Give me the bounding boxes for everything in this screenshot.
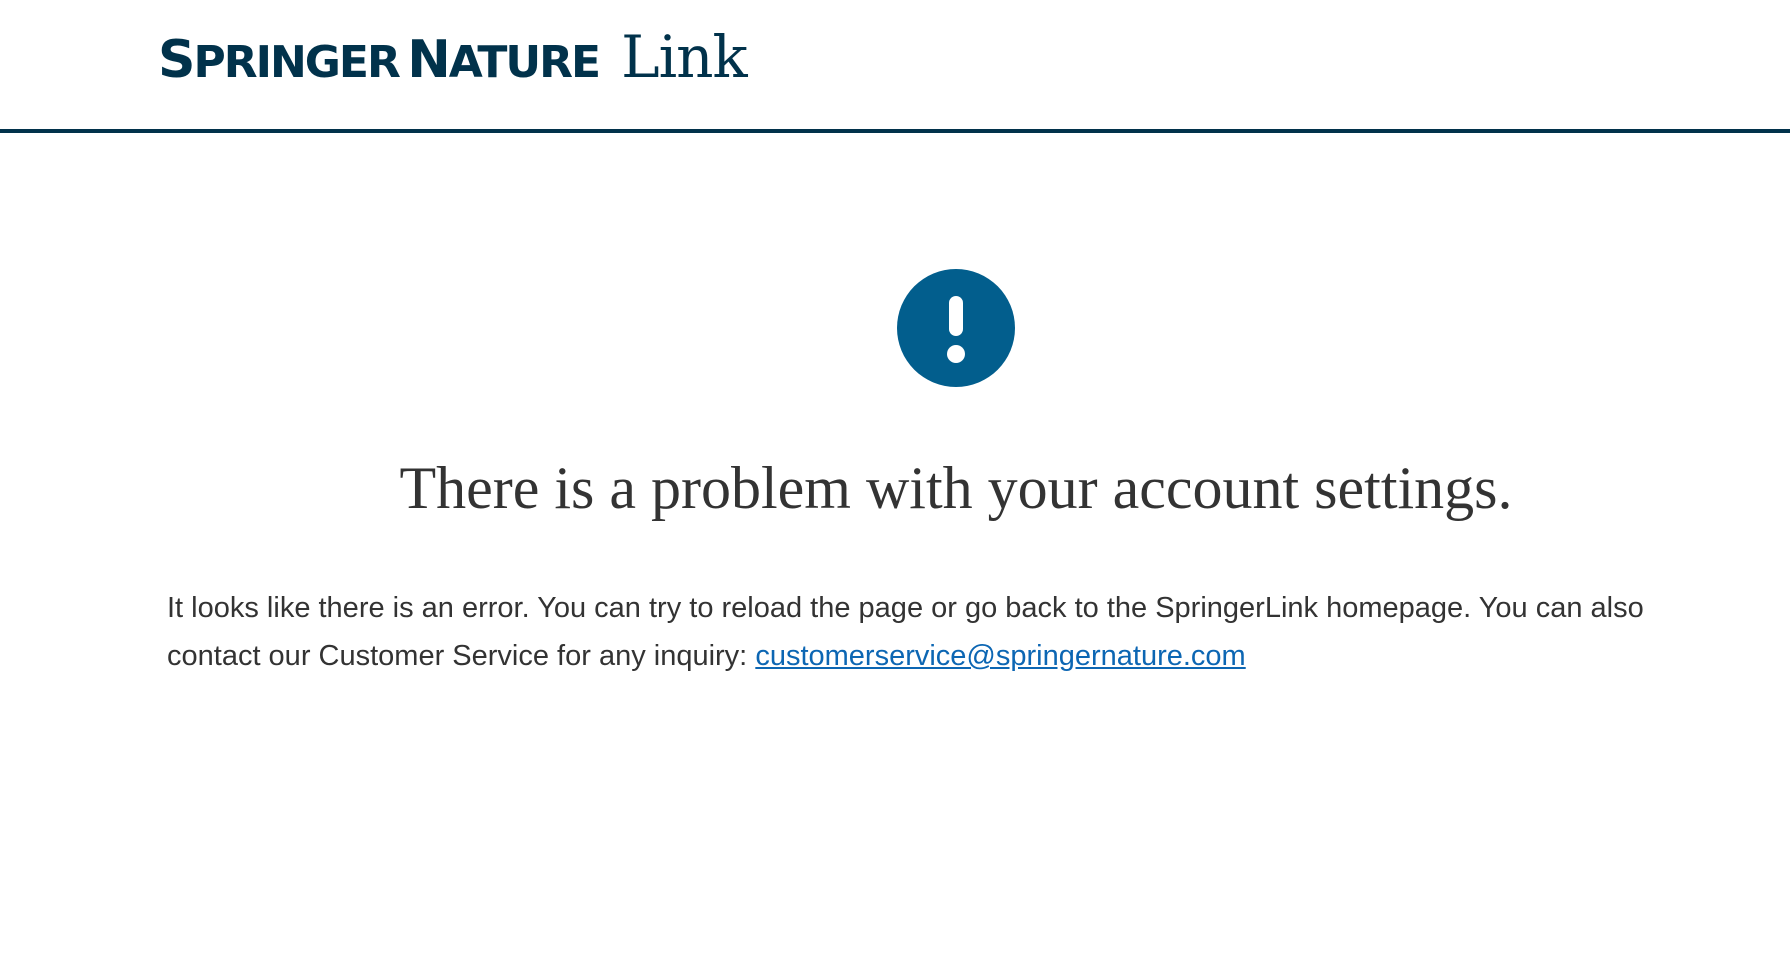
customer-service-email-link[interactable]: customerservice@springernature.com <box>755 640 1245 672</box>
site-header: SPRINGER NATURE Link <box>0 0 1790 133</box>
exclamation-bar <box>949 296 963 336</box>
logo-product-name: Link <box>621 23 748 91</box>
error-headline: There is a problem with your account set… <box>399 455 1513 521</box>
error-message: It looks like there is an error. You can… <box>167 584 1697 680</box>
logo-brand-wordmark: SPRINGER NATURE <box>158 30 601 90</box>
exclamation-dot <box>947 345 965 363</box>
springer-nature-link-logo[interactable]: SPRINGER NATURE Link <box>158 23 748 91</box>
exclamation-circle-icon <box>897 269 1015 387</box>
